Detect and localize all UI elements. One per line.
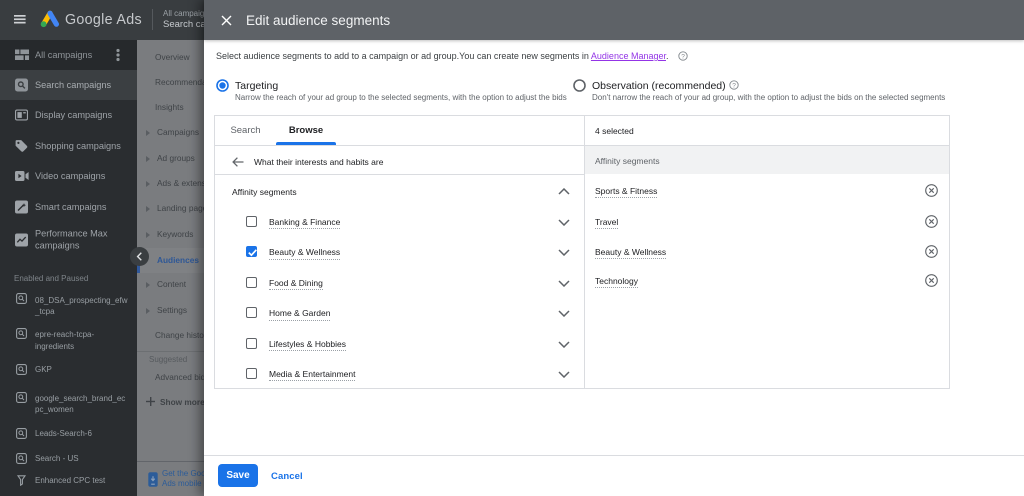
svg-text:?: ? xyxy=(681,53,685,60)
svg-text:?: ? xyxy=(732,82,736,89)
